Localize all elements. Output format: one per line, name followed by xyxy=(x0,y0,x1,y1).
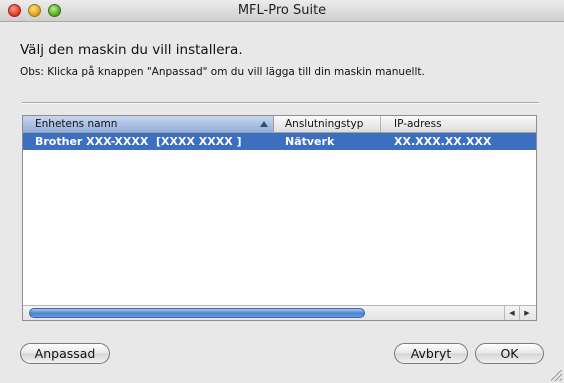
scroll-right-icon[interactable]: ▶ xyxy=(519,306,534,320)
divider xyxy=(22,102,539,104)
scroll-left-icon[interactable]: ◀ xyxy=(504,306,519,320)
device-name-cell: Brother XXX-XXXX [XXXX XXXX ] xyxy=(35,135,242,148)
horizontal-scrollbar[interactable]: ◀ ▶ xyxy=(23,305,536,320)
connection-type-cell: Nätverk xyxy=(285,135,335,148)
column-header-device-name[interactable]: Enhetens namn xyxy=(23,116,274,132)
page-heading: Välj den maskin du vill installera. xyxy=(20,42,243,58)
installer-window: MFL-Pro Suite Välj den maskin du vill in… xyxy=(0,0,564,383)
column-header-label: Enhetens namn xyxy=(35,118,118,130)
column-header-label: Anslutningstyp xyxy=(285,118,364,130)
anpassad-button[interactable]: Anpassad xyxy=(20,343,110,364)
column-header-ip-address[interactable]: IP-adress xyxy=(381,116,536,132)
column-header-connection-type[interactable]: Anslutningstyp xyxy=(274,116,381,132)
resize-grip-icon[interactable] xyxy=(551,370,562,381)
ip-address-cell: XX.XXX.XX.XXX xyxy=(394,135,492,148)
scrollbar-thumb[interactable] xyxy=(29,308,365,318)
window-title: MFL-Pro Suite xyxy=(237,3,327,18)
instruction-note: Obs: Klicka på knappen "Anpassad" om du … xyxy=(20,66,425,78)
sort-ascending-icon xyxy=(260,121,268,127)
ok-button[interactable]: OK xyxy=(475,343,544,364)
column-header-label: IP-adress xyxy=(394,118,442,130)
title-bar: MFL-Pro Suite xyxy=(0,0,564,22)
table-header: Enhetens namn Anslutningstyp IP-adress xyxy=(23,116,536,133)
cancel-button[interactable]: Avbryt xyxy=(394,343,468,364)
table-row[interactable]: Brother XXX-XXXX [XXXX XXXX ] Nätverk XX… xyxy=(23,133,536,150)
device-table: Enhetens namn Anslutningstyp IP-adress B… xyxy=(22,115,537,321)
